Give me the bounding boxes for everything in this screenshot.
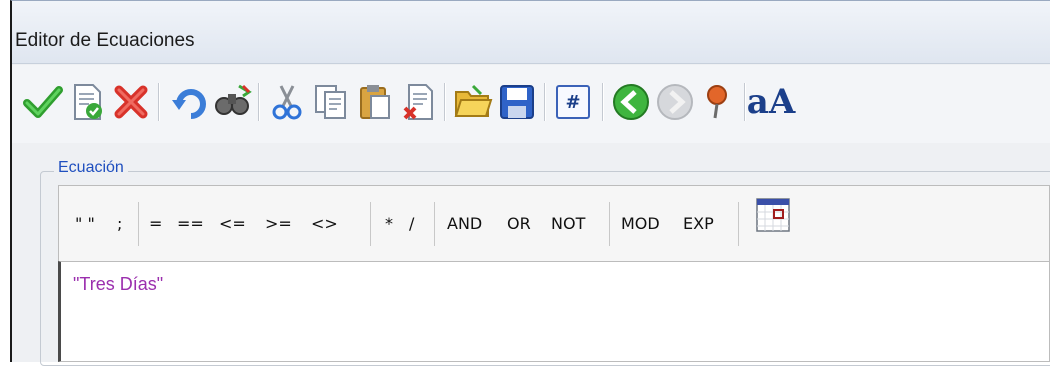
not-equal-button[interactable]: <> xyxy=(311,214,338,233)
back-button[interactable] xyxy=(608,79,654,125)
arrow-right-icon xyxy=(657,84,693,120)
pushpin-icon xyxy=(707,85,727,119)
pin-button[interactable] xyxy=(696,79,742,125)
toolbar-separator xyxy=(602,83,604,121)
arrow-left-icon xyxy=(613,84,649,120)
mod-button[interactable]: MOD xyxy=(621,214,660,233)
undo-icon xyxy=(172,89,206,119)
hash-icon: # xyxy=(556,85,590,119)
hash-label: # xyxy=(565,91,581,113)
copy-button[interactable] xyxy=(308,79,354,125)
accept-button[interactable] xyxy=(20,79,66,125)
paste-button[interactable] xyxy=(352,79,398,125)
forward-button[interactable] xyxy=(652,79,698,125)
font-label: aA xyxy=(746,82,796,122)
toolbar-separator xyxy=(744,83,746,121)
toolbar-separator xyxy=(544,83,546,121)
title-bar: Editor de Ecuaciones xyxy=(12,1,1050,64)
equation-toolbar: " " ; = == <= >= <> * / AND OR NOT MOD E… xyxy=(58,185,1050,262)
equation-editor-window: Editor de Ecuaciones # aA Ecuación " " ;… xyxy=(10,0,1050,366)
equation-separator xyxy=(138,202,139,246)
checkmark-icon xyxy=(23,86,63,118)
document-check-icon xyxy=(74,84,102,120)
font-button[interactable]: aA xyxy=(747,79,795,125)
toolbar-separator xyxy=(258,83,260,121)
close-x-icon xyxy=(114,85,148,119)
save-button[interactable] xyxy=(494,79,540,125)
equation-editor[interactable]: "Tres Días" xyxy=(58,261,1050,362)
semicolon-button[interactable]: ; xyxy=(117,214,122,233)
font-icon: aA xyxy=(747,82,795,122)
main-toolbar: # aA xyxy=(12,65,1050,143)
equation-group-label: Ecuación xyxy=(54,159,128,177)
delete-document-icon xyxy=(403,84,433,120)
equation-text: "Tres Días" xyxy=(73,274,164,294)
exp-button[interactable]: EXP xyxy=(683,214,714,233)
quotes-button[interactable]: " " xyxy=(75,214,95,233)
greater-equal-button[interactable]: >= xyxy=(265,214,292,233)
not-button[interactable]: NOT xyxy=(551,214,585,233)
open-button[interactable] xyxy=(450,79,496,125)
cut-button[interactable] xyxy=(264,79,310,125)
window-title: Editor de Ecuaciones xyxy=(15,30,195,51)
delete-button[interactable] xyxy=(396,79,442,125)
validate-button[interactable] xyxy=(64,79,110,125)
folder-open-icon xyxy=(454,84,493,117)
copy-icon xyxy=(315,85,346,119)
find-replace-button[interactable] xyxy=(210,79,256,125)
undo-button[interactable] xyxy=(166,79,212,125)
binoculars-icon xyxy=(215,84,252,115)
less-equal-button[interactable]: <= xyxy=(219,214,246,233)
equation-separator xyxy=(434,202,435,246)
paste-icon xyxy=(360,85,390,119)
multiply-button[interactable]: * xyxy=(385,214,393,233)
and-button[interactable]: AND xyxy=(447,214,482,233)
numbering-button[interactable]: # xyxy=(550,79,596,125)
scissors-icon xyxy=(272,85,302,120)
equals-button[interactable]: = xyxy=(149,214,162,233)
equation-separator xyxy=(738,202,739,246)
equation-separator xyxy=(609,202,610,246)
equation-separator xyxy=(370,202,371,246)
toolbar-separator xyxy=(158,83,160,121)
or-button[interactable]: OR xyxy=(507,214,531,233)
calendar-icon[interactable] xyxy=(756,198,790,232)
toolbar-separator xyxy=(444,83,446,121)
divide-button[interactable]: / xyxy=(409,214,414,233)
cancel-button[interactable] xyxy=(108,79,154,125)
double-equals-button[interactable]: == xyxy=(177,214,204,233)
floppy-disk-icon xyxy=(500,85,534,119)
